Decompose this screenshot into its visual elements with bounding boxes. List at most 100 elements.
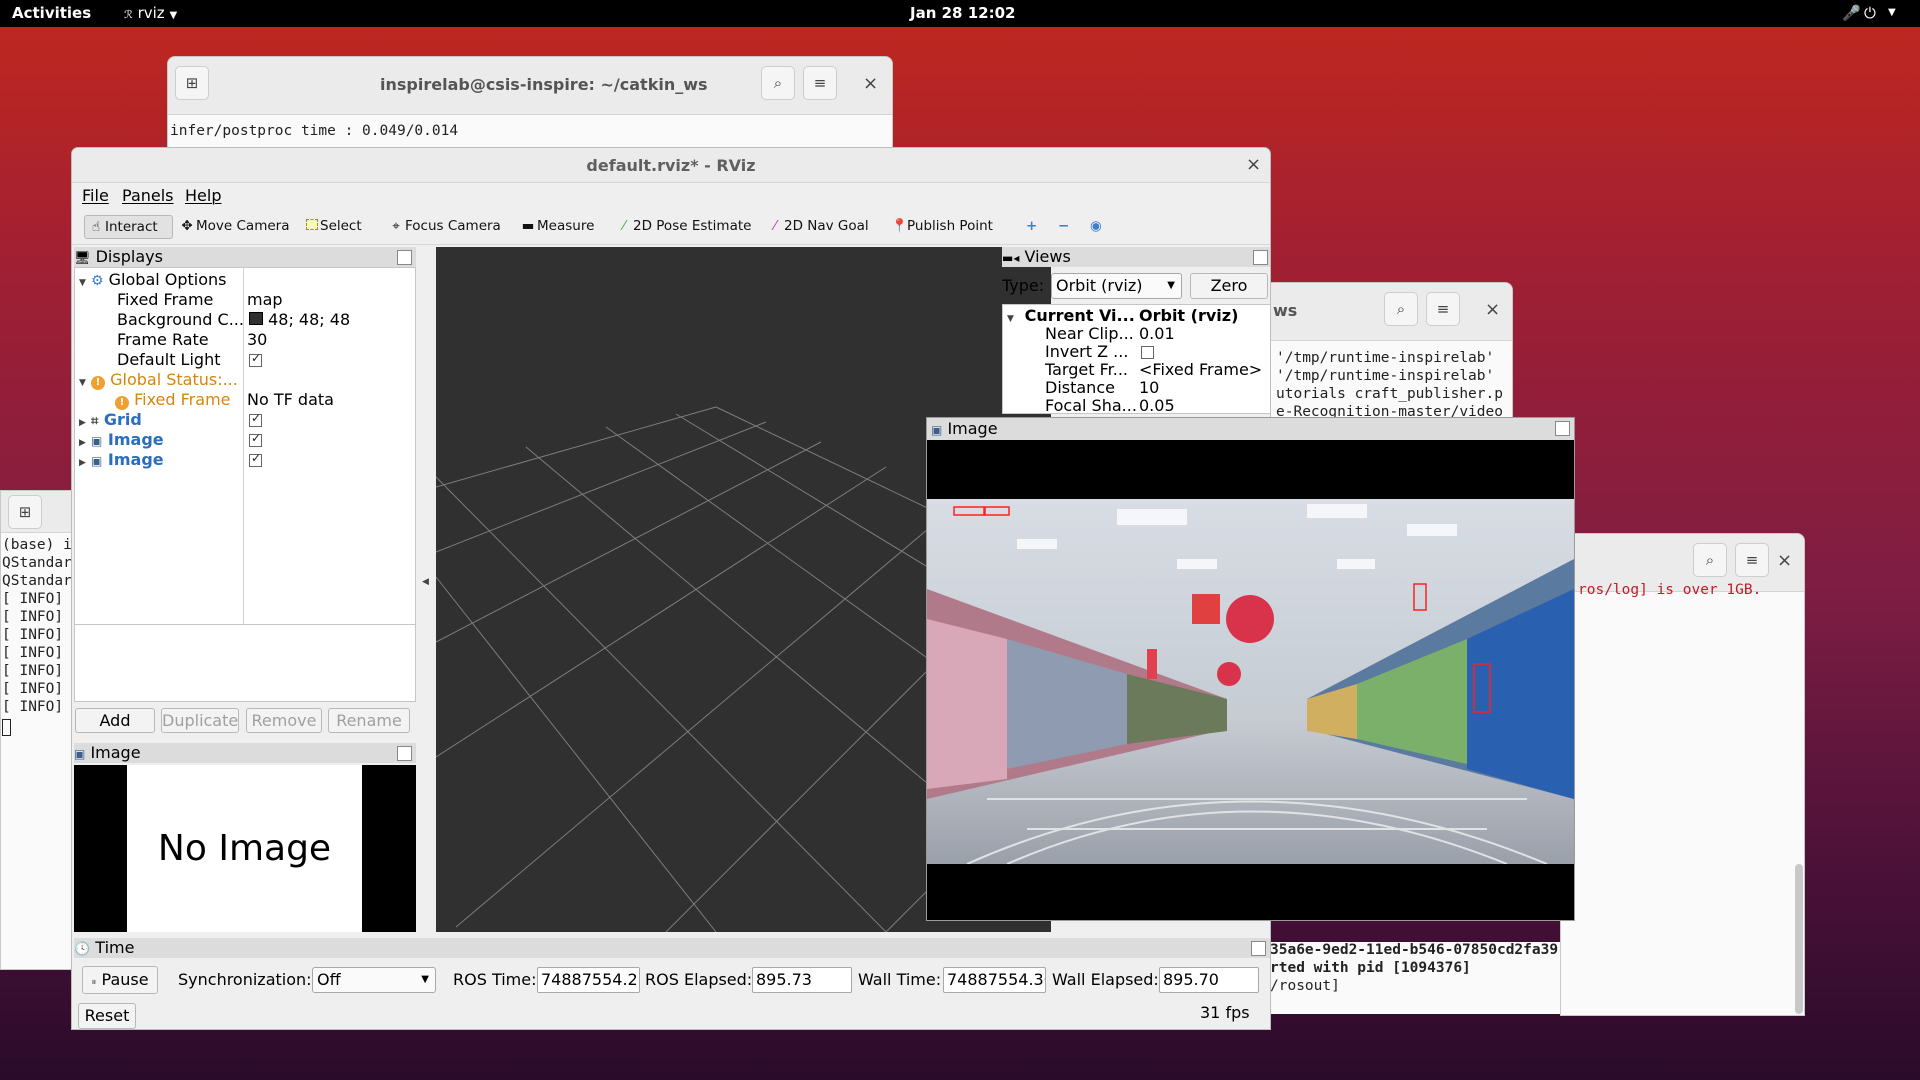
activities-button[interactable]: Activities [12, 4, 91, 22]
undock-checkbox[interactable] [397, 250, 412, 265]
add-button[interactable]: Add [75, 708, 155, 733]
microphone-icon[interactable]: 🎤 [1842, 4, 1861, 22]
collapse-triangle-icon: ▶ [79, 418, 86, 428]
hamburger-menu-icon[interactable]: ≡ [803, 66, 837, 100]
tool-publish-point[interactable]: 📍Publish Point [891, 218, 993, 234]
remove-tool-icon[interactable]: − [1058, 218, 1069, 234]
clock[interactable]: Jan 28 12:02 [910, 4, 1015, 22]
scrollbar[interactable] [1795, 864, 1803, 1014]
search-icon[interactable]: ⌕ [761, 66, 795, 100]
tree-row-status-fixed-frame[interactable]: ! Fixed Frame [115, 390, 231, 410]
views-type-select[interactable]: Orbit (rviz) ▼ [1051, 273, 1182, 299]
undock-checkbox[interactable] [397, 746, 412, 761]
label-frame-rate: Frame Rate [117, 330, 209, 349]
close-icon[interactable]: × [863, 73, 878, 94]
value-fixed-frame[interactable]: map [247, 290, 283, 309]
chevron-down-icon: ▼ [169, 10, 178, 21]
undock-checkbox[interactable] [1253, 250, 1268, 265]
terminal-line: QStandar [2, 573, 72, 589]
tool-measure[interactable]: ▬ Measure [521, 218, 595, 234]
tool-select[interactable]: Select [306, 218, 362, 234]
ros-time-field[interactable]: 74887554.27 [537, 967, 640, 993]
undock-checkbox[interactable] [1555, 421, 1570, 436]
value-target-frame[interactable]: <Fixed Frame> [1139, 360, 1262, 379]
gear-icon: ⚙ [91, 273, 104, 289]
terminal-line: '/tmp/runtime-inspirelab' [1276, 368, 1495, 384]
checkbox-default-light[interactable] [249, 351, 262, 371]
floating-image-title: Image [947, 419, 998, 438]
chevron-down-icon: ▼ [421, 974, 429, 985]
display-description-box [74, 624, 416, 702]
value-frame-rate[interactable]: 30 [247, 330, 267, 349]
tool-2d-pose-estimate[interactable]: ⁄ 2D Pose Estimate [617, 218, 752, 234]
collapse-triangle-icon: ▶ [79, 458, 86, 468]
app-menu[interactable]: ℛ rviz ▼ [124, 4, 177, 22]
tool-2d-nav-goal[interactable]: ⁄ 2D Nav Goal [768, 218, 869, 234]
tree-row-global-options[interactable]: ▼ ⚙ Global Options [79, 270, 227, 289]
tree-row-image-1[interactable]: ▶ ▣ Image [79, 430, 164, 449]
pause-button[interactable]: ⏸ Pause [82, 966, 158, 994]
checkbox-image-2[interactable] [249, 451, 262, 471]
collapse-left-icon[interactable]: ◀ [422, 577, 429, 587]
tree-row-current-view[interactable]: ▼ Current Vi... [1007, 306, 1135, 325]
tree-row-grid[interactable]: ▶ ⌗ Grid [79, 410, 142, 429]
image-panel-title: Image [90, 743, 141, 762]
tool-interact[interactable]: ☝ Interact [84, 215, 173, 239]
close-icon[interactable]: × [1485, 299, 1500, 320]
chevron-down-icon: ▼ [1167, 280, 1175, 291]
checkbox-grid[interactable] [249, 411, 262, 431]
tree-row-image-2[interactable]: ▶ ▣ Image [79, 450, 164, 469]
terminal-line: (base) i [2, 537, 72, 553]
rename-button[interactable]: Rename [328, 708, 410, 733]
value-current-view: Orbit (rviz) [1139, 306, 1239, 325]
tool-move-camera[interactable]: ✥ Move Camera [180, 218, 289, 234]
menu-file[interactable]: File [82, 186, 109, 205]
hamburger-menu-icon[interactable]: ≡ [1426, 292, 1460, 326]
undock-checkbox[interactable] [1251, 941, 1266, 956]
terminal-line: rted with pid [1094376] [1270, 960, 1471, 976]
grid-icon: ⌗ [91, 414, 99, 429]
terminal-window-top: ⊞ inspirelab@csis-inspire: ~/catkin_ws ⌕… [167, 56, 893, 150]
close-icon[interactable]: × [1246, 154, 1261, 175]
ros-elapsed-label: ROS Elapsed: [645, 970, 753, 989]
search-icon[interactable]: ⌕ [1384, 292, 1418, 326]
terminal-warning-line: ros/log] is over 1GB. [1578, 582, 1762, 598]
new-tab-icon[interactable]: ⊞ [175, 66, 209, 100]
splitter-handle[interactable]: ◀ [422, 247, 430, 932]
value-distance[interactable]: 10 [1139, 378, 1159, 397]
value-background-color[interactable]: 48; 48; 48 [249, 310, 350, 329]
label-default-light: Default Light [117, 350, 221, 369]
power-icon[interactable]: ⏻ [1864, 4, 1876, 22]
zero-button[interactable]: Zero [1190, 273, 1268, 299]
terminal-line: [ INFO] [2, 591, 64, 607]
value-near-clip[interactable]: 0.01 [1139, 324, 1175, 343]
image-panel-header: ▣ Image [74, 743, 416, 763]
duplicate-button[interactable]: Duplicate [161, 708, 239, 733]
value-focal-shape[interactable]: 0.05 [1139, 396, 1175, 415]
checkbox-image-1[interactable] [249, 431, 262, 451]
wall-time-field[interactable]: 74887554.30 [943, 967, 1046, 993]
select-box-icon [306, 219, 318, 230]
reset-button[interactable]: Reset [78, 1003, 136, 1029]
hamburger-menu-icon[interactable]: ≡ [1735, 543, 1769, 577]
tool-properties-icon[interactable]: ◉ [1090, 218, 1102, 234]
floating-image-header: ▣ Image [927, 418, 1574, 440]
menu-help[interactable]: Help [185, 186, 221, 205]
menu-panels[interactable]: Panels [122, 186, 174, 205]
remove-button[interactable]: Remove [246, 708, 322, 733]
tree-row-global-status[interactable]: ▼! Global Status:... [79, 370, 238, 390]
ros-elapsed-field[interactable]: 895.73 [752, 967, 852, 993]
ruler-icon: ▬ [521, 218, 535, 234]
system-menu-chevron-icon[interactable]: ▼ [1888, 7, 1896, 18]
add-tool-icon[interactable]: + [1026, 218, 1037, 234]
search-icon[interactable]: ⌕ [1693, 543, 1727, 577]
sync-select[interactable]: Off ▼ [312, 967, 436, 993]
wall-elapsed-field[interactable]: 895.70 [1159, 967, 1259, 993]
close-icon[interactable]: × [1777, 550, 1792, 571]
floating-image-window[interactable]: ▣ Image [926, 417, 1575, 921]
toolbar: ☝ Interact ✥ Move Camera Select ⌖ Focus Cam… [72, 211, 1270, 245]
new-tab-icon[interactable]: ⊞ [8, 495, 42, 529]
tool-focus-camera[interactable]: ⌖ Focus Camera [389, 218, 501, 234]
map-pin-icon: 📍 [891, 218, 908, 234]
wall-elapsed-label: Wall Elapsed: [1052, 970, 1159, 989]
